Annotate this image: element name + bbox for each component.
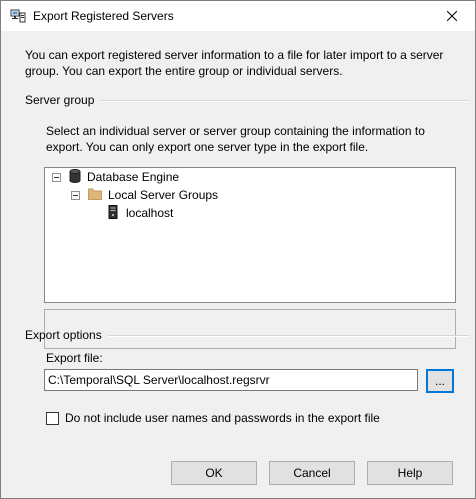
server-group-instructions: Select an individual server or server gr… <box>46 124 425 154</box>
folder-icon <box>88 188 102 203</box>
tree-node-label: Database Engine <box>87 170 180 184</box>
dialog-body: You can export registered server informa… <box>1 31 475 498</box>
close-button[interactable] <box>429 1 475 31</box>
help-button[interactable]: Help <box>367 461 453 485</box>
close-icon <box>447 11 457 21</box>
database-cylinder-icon <box>69 168 81 186</box>
tree-node-database-engine[interactable]: Database Engine <box>52 168 179 186</box>
server-tower-icon <box>108 204 118 222</box>
server-group-section-header: Server group <box>25 93 469 107</box>
browse-button[interactable]: ... <box>426 369 454 393</box>
export-registered-servers-dialog: Export Registered Servers You can export… <box>0 0 476 499</box>
cancel-button[interactable]: Cancel <box>269 461 355 485</box>
tree-node-label: Local Server Groups <box>108 188 219 202</box>
exclude-credentials-label: Do not include user names and passwords … <box>65 411 380 425</box>
section-divider <box>100 99 469 102</box>
export-options-label: Export options <box>25 328 102 342</box>
registered-servers-icon <box>10 9 26 23</box>
collapse-toggle-icon[interactable] <box>52 172 61 182</box>
window-title: Export Registered Servers <box>33 9 174 23</box>
exclude-credentials-checkbox[interactable] <box>46 411 59 425</box>
tree-node-localhost[interactable]: localhost <box>108 204 176 222</box>
section-divider <box>107 334 469 337</box>
exclude-credentials-option[interactable]: Do not include user names and passwords … <box>46 411 380 425</box>
intro-text: You can export registered server informa… <box>25 48 444 78</box>
server-group-label: Server group <box>25 93 95 107</box>
title-bar[interactable]: Export Registered Servers <box>1 1 475 31</box>
tree-node-local-server-groups[interactable]: Local Server Groups <box>71 186 218 204</box>
tree-node-label: localhost <box>124 205 176 221</box>
export-file-input[interactable] <box>44 369 418 391</box>
collapse-toggle-icon[interactable] <box>71 190 80 200</box>
export-file-label: Export file: <box>46 351 103 365</box>
server-tree-view[interactable]: Database Engine Local Server Groups loca… <box>44 167 456 303</box>
ok-button[interactable]: OK <box>171 461 257 485</box>
export-options-section-header: Export options <box>25 328 469 342</box>
